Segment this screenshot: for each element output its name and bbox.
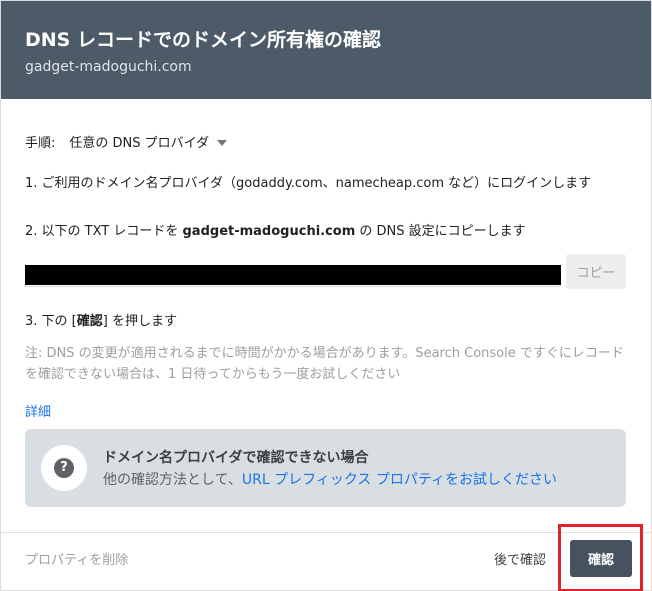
help-icon-container: ? [41,445,87,491]
dropdown-caret-icon [217,139,228,146]
help-icon: ? [54,458,74,478]
step-3: 3. 下の [確認] を押します [25,310,177,329]
step-2: 2. 以下の TXT レコードを gadget-madoguchi.com の … [25,220,526,239]
info-box-text-prefix: 他の確認方法として、 [103,472,242,488]
footer-divider [1,532,651,533]
verification-dialog: DNS レコードでのドメイン所有権の確認 gadget-madoguchi.co… [0,0,652,591]
step-2-prefix: 2. 以下の TXT レコードを [25,224,183,239]
confirm-button[interactable]: 確認 [570,540,632,577]
step-3-bold: 確認 [76,314,103,329]
alternative-method-box: ? ドメイン名プロバイダで確認できない場合 他の確認方法として、URL プレフィ… [25,429,626,507]
provider-select[interactable]: 任意の DNS プロバイダ [69,132,228,151]
copy-button[interactable]: コピー [566,254,626,289]
step-2-suffix: の DNS 設定にコピーします [355,224,526,239]
procedure-label: 手順: [25,136,56,151]
details-link[interactable]: 詳細 [25,401,51,420]
procedure-row: 手順: 任意の DNS プロバイダ [25,132,228,151]
step-3-prefix: 3. 下の [ [25,314,77,329]
info-box-text: 他の確認方法として、URL プレフィックス プロパティをお試しください [103,469,557,489]
dns-delay-note: 注: DNS の変更が適用されるまでに時間がかかる場合があります。Search … [25,346,624,382]
url-prefix-property-link[interactable]: URL プレフィックス プロパティをお試しください [242,472,557,488]
step-1: 1. ご利用のドメイン名プロバイダ（godaddy.com、namecheap.… [25,176,592,191]
verify-later-button[interactable]: 後で確認 [494,549,546,568]
txt-record-value-redacted[interactable] [25,265,561,285]
step-3-suffix: ] を押します [102,314,177,329]
dialog-title: DNS レコードでのドメイン所有権の確認 [25,29,381,51]
info-box-title: ドメイン名プロバイダで確認できない場合 [103,450,369,466]
provider-select-value: 任意の DNS プロバイダ [69,136,210,151]
dialog-header: DNS レコードでのドメイン所有権の確認 gadget-madoguchi.co… [1,1,651,99]
remove-property-button[interactable]: プロパティを削除 [25,549,128,568]
dialog-subtitle: gadget-madoguchi.com [25,59,192,75]
txt-record-underline [25,286,561,287]
step-2-domain: gadget-madoguchi.com [182,224,356,239]
